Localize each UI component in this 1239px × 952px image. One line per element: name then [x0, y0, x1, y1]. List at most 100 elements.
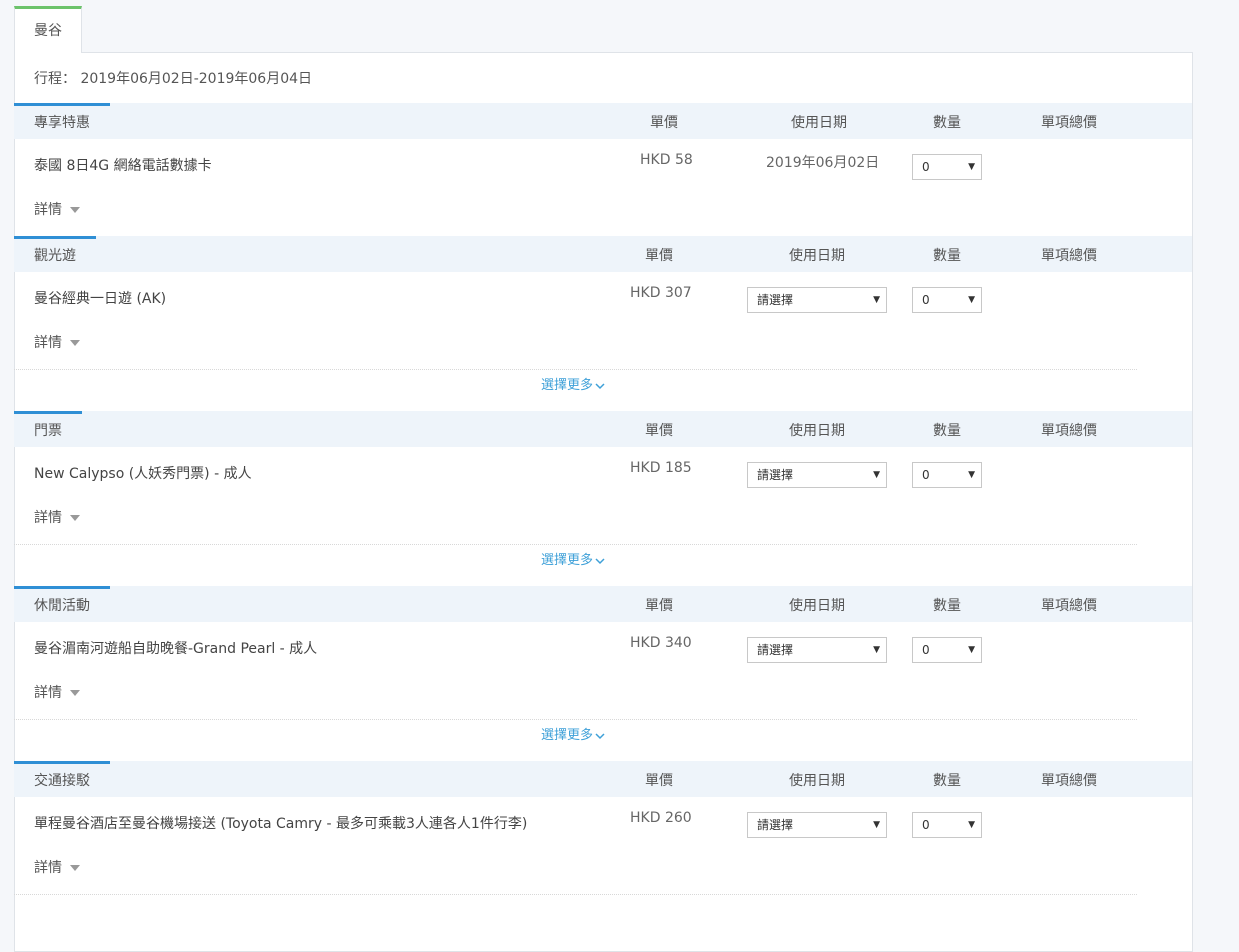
col-unit-price: 單價 [645, 423, 673, 439]
item-price: HKD 307 [630, 285, 692, 301]
section-title: 專享特惠 [34, 115, 90, 131]
quantity-select[interactable]: 0 ▼ [912, 462, 982, 488]
col-use-date: 使用日期 [789, 773, 845, 789]
quantity-select[interactable]: 0 ▼ [912, 287, 982, 313]
date-select[interactable]: 請選擇 ▼ [747, 287, 887, 313]
date-select-value: 請選擇 [757, 293, 794, 307]
col-item-total: 單項總價 [1041, 248, 1097, 264]
details-toggle[interactable]: 詳情 [34, 332, 80, 352]
item-name: 曼谷湄南河遊船自助晚餐-Grand Pearl - 成人 [34, 641, 318, 657]
quantity-value: 0 [922, 643, 930, 657]
item-price: HKD 58 [640, 152, 693, 168]
section-header: 休閒活動 單價 使用日期 數量 單項總價 [14, 586, 1192, 622]
section-header: 專享特惠 單價 使用日期 數量 單項總價 [14, 103, 1192, 139]
col-item-total: 單項總價 [1041, 773, 1097, 789]
section-title: 休閒活動 [34, 598, 90, 614]
caret-down-icon [70, 207, 80, 213]
col-item-total: 單項總價 [1041, 423, 1097, 439]
col-unit-price: 單價 [650, 115, 678, 131]
quantity-value: 0 [922, 293, 930, 307]
chevron-down-icon [595, 732, 605, 739]
date-select[interactable]: 請選擇 ▼ [747, 812, 887, 838]
col-quantity: 數量 [933, 423, 961, 439]
details-label: 詳情 [34, 202, 62, 218]
dropdown-arrow-icon: ▼ [873, 645, 880, 655]
date-select[interactable]: 請選擇 ▼ [747, 637, 887, 663]
dropdown-arrow-icon: ▼ [968, 295, 975, 305]
dropdown-arrow-icon: ▼ [968, 162, 975, 172]
section-title: 交通接駁 [34, 773, 90, 789]
col-use-date: 使用日期 [791, 115, 847, 131]
item-name: 曼谷經典一日遊 (AK) [34, 291, 167, 307]
col-unit-price: 單價 [645, 598, 673, 614]
details-toggle[interactable]: 詳情 [34, 682, 80, 702]
section-header: 觀光遊 單價 使用日期 數量 單項總價 [14, 236, 1192, 272]
caret-down-icon [70, 690, 80, 696]
col-quantity: 數量 [933, 248, 961, 264]
dropdown-arrow-icon: ▼ [873, 295, 880, 305]
quantity-select[interactable]: 0 ▼ [912, 154, 982, 180]
col-item-total: 單項總價 [1041, 115, 1097, 131]
dropdown-arrow-icon: ▼ [968, 645, 975, 655]
quantity-value: 0 [922, 468, 930, 482]
caret-down-icon [70, 865, 80, 871]
date-select-value: 請選擇 [757, 643, 794, 657]
dropdown-arrow-icon: ▼ [873, 820, 880, 830]
divider [14, 544, 1137, 545]
details-toggle[interactable]: 詳情 [34, 857, 80, 877]
col-quantity: 數量 [933, 598, 961, 614]
select-more-link[interactable]: 選擇更多 [541, 549, 605, 568]
select-more-link[interactable]: 選擇更多 [541, 374, 605, 393]
divider [14, 719, 1137, 720]
trip-dates: 2019年06月02日-2019年06月04日 [80, 71, 313, 87]
quantity-value: 0 [922, 160, 930, 174]
col-use-date: 使用日期 [789, 423, 845, 439]
section-header: 門票 單價 使用日期 數量 單項總價 [14, 411, 1192, 447]
section-title: 門票 [34, 423, 62, 439]
section-accent [14, 761, 110, 764]
section-accent [14, 236, 96, 239]
select-more-link[interactable]: 選擇更多 [541, 724, 605, 743]
col-use-date: 使用日期 [789, 598, 845, 614]
date-select[interactable]: 請選擇 ▼ [747, 462, 887, 488]
details-label: 詳情 [34, 335, 62, 351]
caret-down-icon [70, 515, 80, 521]
item-price: HKD 185 [630, 460, 692, 476]
tab-bangkok[interactable]: 曼谷 [14, 6, 82, 53]
section-accent [14, 103, 110, 106]
caret-down-icon [70, 340, 80, 346]
details-toggle[interactable]: 詳情 [34, 507, 80, 527]
quantity-select[interactable]: 0 ▼ [912, 637, 982, 663]
section-accent [14, 586, 110, 589]
divider [14, 894, 1137, 895]
divider [14, 369, 1137, 370]
dropdown-arrow-icon: ▼ [873, 470, 880, 480]
item-name: 泰國 8日4G 網絡電話數據卡 [34, 158, 212, 174]
date-select-value: 請選擇 [757, 468, 794, 482]
details-label: 詳情 [34, 510, 62, 526]
details-label: 詳情 [34, 685, 62, 701]
item-name: New Calypso (人妖秀門票) - 成人 [34, 466, 252, 482]
col-quantity: 數量 [933, 773, 961, 789]
quantity-select[interactable]: 0 ▼ [912, 812, 982, 838]
item-name: 單程曼谷酒店至曼谷機場接送 (Toyota Camry - 最多可乘載3人連各人… [34, 816, 528, 832]
section-accent [14, 411, 82, 414]
item-use-date: 2019年06月02日 [766, 155, 880, 171]
section-title: 觀光遊 [34, 248, 76, 264]
dropdown-arrow-icon: ▼ [968, 820, 975, 830]
item-price: HKD 260 [630, 810, 692, 826]
details-toggle[interactable]: 詳情 [34, 199, 80, 219]
dropdown-arrow-icon: ▼ [968, 470, 975, 480]
trip-label: 行程： [34, 71, 76, 87]
chevron-down-icon [595, 557, 605, 564]
col-unit-price: 單價 [645, 248, 673, 264]
trip-info: 行程： 2019年06月02日-2019年06月04日 [34, 68, 312, 88]
select-more-label: 選擇更多 [541, 553, 594, 568]
quantity-value: 0 [922, 818, 930, 832]
col-item-total: 單項總價 [1041, 598, 1097, 614]
col-quantity: 數量 [933, 115, 961, 131]
select-more-label: 選擇更多 [541, 378, 594, 393]
col-use-date: 使用日期 [789, 248, 845, 264]
chevron-down-icon [595, 382, 605, 389]
select-more-label: 選擇更多 [541, 728, 594, 743]
